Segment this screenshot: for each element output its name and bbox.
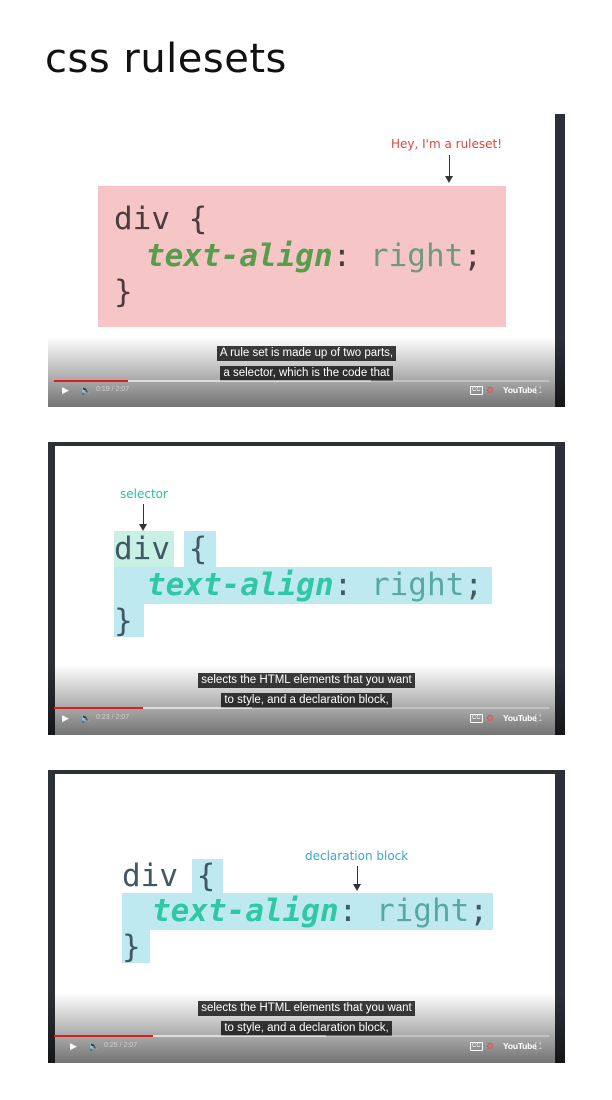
fullscreen-icon[interactable]: ⛶ bbox=[535, 382, 541, 398]
play-icon[interactable]: ▶ bbox=[62, 710, 69, 726]
volume-icon[interactable]: 🔈 bbox=[88, 1038, 99, 1054]
caption-block: selects the HTML elements that you want t… bbox=[48, 996, 565, 1036]
arrow-head-icon bbox=[139, 524, 147, 531]
progress-fill bbox=[54, 1035, 153, 1037]
settings-gear-icon[interactable]: ⚙ bbox=[486, 382, 494, 398]
player-controls: ▶ 🔈 0:23 / 2:07 CC ⚙ YouTube ⛶ bbox=[48, 710, 555, 726]
play-icon[interactable]: ▶ bbox=[70, 1038, 77, 1054]
code-line-selector: div { bbox=[122, 858, 215, 895]
value-text: right bbox=[370, 567, 465, 603]
settings-gear-icon[interactable]: ⚙ bbox=[486, 1038, 494, 1054]
video-player-1[interactable]: Hey, I'm a ruleset! div { text-align: ri… bbox=[48, 114, 565, 407]
time-display: 0:23 / 2:07 bbox=[96, 714, 130, 721]
annotation-arrow-icon bbox=[143, 504, 144, 525]
code-line-selector: div { bbox=[114, 201, 207, 238]
caption-line-1: A rule set is made up of two parts, bbox=[216, 346, 397, 361]
declaration-block-annotation: declaration block bbox=[305, 849, 409, 863]
volume-icon[interactable]: 🔈 bbox=[80, 710, 91, 726]
selector-text: div bbox=[114, 531, 170, 567]
ruleset-annotation: Hey, I'm a ruleset! bbox=[391, 137, 503, 151]
settings-gear-icon[interactable]: ⚙ bbox=[486, 710, 494, 726]
open-brace: { bbox=[188, 201, 208, 237]
close-brace: } bbox=[114, 603, 133, 639]
code-line-declaration: text-align: right; bbox=[152, 893, 488, 930]
captions-icon[interactable]: CC bbox=[470, 1042, 483, 1051]
close-brace: } bbox=[122, 929, 141, 965]
player-controls: ▶ 🔈 0:25 / 2:07 CC ⚙ YouTube ⛶ bbox=[48, 1038, 555, 1054]
caption-block: A rule set is made up of two parts, a sel… bbox=[48, 341, 565, 381]
video-player-2[interactable]: selector div { text-align: right; } sele… bbox=[48, 442, 565, 735]
annotation-arrow-icon bbox=[449, 155, 450, 177]
caption-line-2: to style, and a declaration block, bbox=[221, 1021, 392, 1036]
time-display: 0:25 / 2:07 bbox=[104, 1042, 138, 1049]
code-line-declaration: text-align: right; bbox=[146, 238, 482, 275]
progress-bar[interactable] bbox=[54, 1035, 549, 1037]
progress-fill bbox=[54, 707, 144, 709]
fullscreen-icon[interactable]: ⛶ bbox=[535, 1038, 541, 1054]
arrow-head-icon bbox=[445, 176, 453, 183]
player-controls: ▶ 🔈 0:19 / 2:07 CC ⚙ YouTube ⛶ bbox=[48, 382, 555, 398]
annotation-arrow-icon bbox=[357, 866, 358, 885]
property-text: text-align bbox=[152, 893, 339, 929]
selector-text: div bbox=[122, 858, 178, 894]
progress-bar[interactable] bbox=[54, 707, 549, 709]
time-display: 0:19 / 2:07 bbox=[96, 386, 130, 393]
captions-icon[interactable]: CC bbox=[470, 714, 483, 723]
caption-line-2: a selector, which is the code that bbox=[220, 366, 393, 381]
code-line-declaration: text-align: right; bbox=[147, 567, 483, 604]
open-brace: { bbox=[188, 531, 208, 567]
captions-icon[interactable]: CC bbox=[470, 386, 483, 395]
value-text: right bbox=[375, 893, 470, 929]
open-brace: { bbox=[196, 858, 216, 894]
page-title: css rulesets bbox=[45, 36, 287, 82]
close-brace: } bbox=[114, 274, 133, 310]
caption-block: selects the HTML elements that you want t… bbox=[48, 668, 565, 708]
video-player-3[interactable]: declaration block div { text-align: righ… bbox=[48, 770, 565, 1063]
fullscreen-icon[interactable]: ⛶ bbox=[535, 710, 541, 726]
property-text: text-align bbox=[147, 567, 334, 603]
semicolon: ; bbox=[463, 238, 482, 274]
play-icon[interactable]: ▶ bbox=[62, 382, 69, 398]
semicolon: ; bbox=[464, 567, 483, 603]
property-text: text-align bbox=[146, 238, 333, 274]
youtube-logo[interactable]: YouTube bbox=[503, 382, 537, 398]
colon: : bbox=[333, 567, 353, 603]
selector-annotation: selector bbox=[120, 487, 168, 501]
colon: : bbox=[338, 893, 358, 929]
semicolon: ; bbox=[469, 893, 488, 929]
youtube-logo[interactable]: YouTube bbox=[503, 710, 537, 726]
selector-text: div bbox=[114, 201, 170, 237]
arrow-head-icon bbox=[353, 884, 361, 891]
volume-icon[interactable]: 🔈 bbox=[80, 382, 91, 398]
youtube-logo[interactable]: YouTube bbox=[503, 1038, 537, 1054]
caption-line-1: selects the HTML elements that you want bbox=[198, 673, 415, 688]
colon: : bbox=[332, 238, 352, 274]
code-line-selector: div { bbox=[114, 531, 207, 568]
value-text: right bbox=[369, 238, 464, 274]
caption-line-1: selects the HTML elements that you want bbox=[198, 1001, 415, 1016]
caption-line-2: to style, and a declaration block, bbox=[221, 693, 392, 708]
